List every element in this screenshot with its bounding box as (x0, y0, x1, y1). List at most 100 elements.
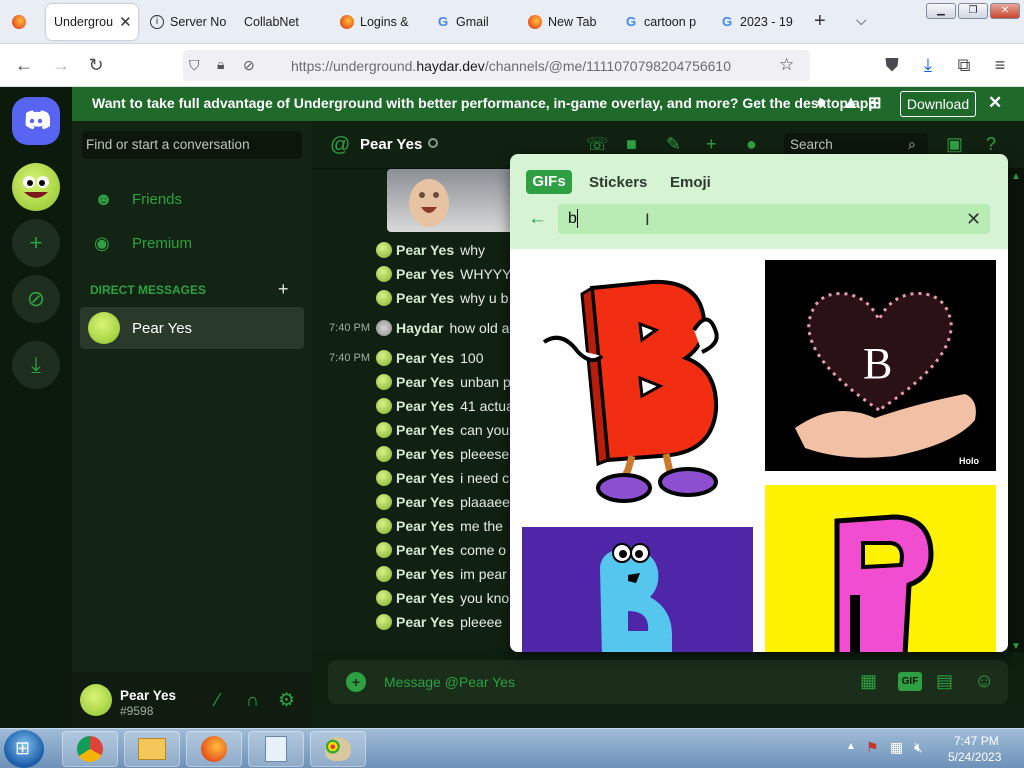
taskbar-notepad[interactable] (248, 731, 304, 767)
message-author[interactable]: Haydar (396, 320, 443, 336)
tab-stickers[interactable]: Stickers (589, 174, 647, 191)
tab-cartoon[interactable]: G cartoon p (616, 4, 708, 40)
show-hidden-icons-arrow[interactable]: ▲ (846, 741, 856, 752)
add-friend-icon[interactable]: + (706, 134, 717, 155)
message-author[interactable]: Pear Yes (396, 422, 454, 438)
network-icon[interactable]: ▦ (890, 739, 903, 756)
message-avatar[interactable] (376, 290, 392, 306)
message-avatar[interactable] (376, 566, 392, 582)
premium-nav-item[interactable]: ◉ Premium (80, 227, 304, 261)
restore-button[interactable]: ❐ (958, 3, 988, 19)
settings-gear-icon[interactable]: ⚙ (278, 689, 295, 712)
message-row[interactable]: Pear Yes plaaaee (312, 491, 510, 513)
lock-icon[interactable]: 🔒︎ (217, 56, 224, 73)
help-icon[interactable]: ? (986, 134, 996, 155)
message-author[interactable]: Pear Yes (396, 566, 454, 582)
user-profile-icon[interactable]: ● (746, 134, 757, 155)
scroll-up-icon[interactable]: ▲ (1011, 171, 1021, 182)
message-avatar[interactable] (376, 398, 392, 414)
taskbar-firefox[interactable] (186, 731, 242, 767)
dm-item-pear-yes[interactable]: Pear Yes (80, 307, 304, 349)
video-call-icon[interactable]: ■ (626, 134, 637, 155)
voice-call-icon[interactable]: ☏ (586, 134, 609, 155)
tab-gmail[interactable]: G Gmail (428, 4, 518, 40)
volume-muted-icon[interactable]: 🔇︎ (914, 739, 923, 756)
message-author[interactable]: Pear Yes (396, 518, 454, 534)
message-row[interactable]: Pear Yes come o (312, 539, 506, 561)
gif-result[interactable] (765, 485, 996, 652)
message-author[interactable]: Pear Yes (396, 242, 454, 258)
close-banner-icon[interactable]: ✕ (988, 93, 1002, 113)
message-avatar[interactable] (376, 422, 392, 438)
download-apps-button[interactable]: ⤓ (12, 341, 60, 389)
message-avatar[interactable] (376, 374, 392, 390)
tab-logins[interactable]: Logins & (332, 4, 422, 40)
message-avatar[interactable] (376, 470, 392, 486)
message-avatar[interactable] (376, 350, 392, 366)
message-row[interactable]: Pear Yes 41 actua (312, 395, 514, 417)
gif-result[interactable]: B Holo (765, 260, 996, 471)
message-author[interactable]: Pear Yes (396, 398, 454, 414)
gif-search-input[interactable]: b I ✕ (558, 204, 990, 234)
sticker-icon[interactable]: ▤ (936, 671, 953, 692)
message-avatar[interactable] (376, 518, 392, 534)
tab-collabnet[interactable]: CollabNet (236, 4, 326, 40)
message-author[interactable]: Pear Yes (396, 494, 454, 510)
message-row[interactable]: Pear Yes pleeese (312, 443, 509, 465)
find-conversation-input[interactable]: Find or start a conversation (82, 131, 302, 159)
message-author[interactable]: Pear Yes (396, 446, 454, 462)
user-avatar[interactable] (80, 684, 112, 716)
tab-underground[interactable]: Undergrou ✕ (46, 4, 138, 40)
window-scrollbar[interactable]: ▲ ▼ (1008, 169, 1024, 652)
message-row[interactable]: Pear Yes me the (312, 515, 503, 537)
home-button[interactable] (12, 97, 60, 145)
list-tabs-chevron-icon[interactable]: ⌵ (856, 12, 867, 29)
message-avatar[interactable] (376, 542, 392, 558)
gif-result[interactable] (522, 527, 753, 652)
permissions-icon[interactable]: ⊘ (243, 57, 255, 74)
taskbar-chrome[interactable] (62, 731, 118, 767)
message-avatar[interactable] (376, 494, 392, 510)
clear-search-icon[interactable]: ✕ (966, 209, 981, 230)
add-server-button[interactable]: + (12, 219, 60, 267)
close-tab-icon[interactable]: ✕ (119, 13, 132, 31)
message-row[interactable]: Pear Yes why u b (312, 287, 508, 309)
message-row[interactable]: Pear Yes you kno (312, 587, 509, 609)
message-author[interactable]: Pear Yes (396, 374, 454, 390)
taskbar-paint[interactable] (310, 731, 366, 767)
pin-icon[interactable]: ✎ (666, 134, 681, 155)
message-row[interactable]: 7:40 PM Pear Yes 100 (312, 347, 484, 369)
tab-firefox[interactable] (4, 4, 40, 40)
headphones-icon[interactable]: ∩ (246, 690, 259, 711)
message-row[interactable]: Pear Yes unban p (312, 371, 511, 393)
explore-servers-button[interactable]: ⊘ (12, 275, 60, 323)
message-row[interactable]: Pear Yes why (312, 239, 485, 261)
message-avatar[interactable] (376, 590, 392, 606)
gif-button[interactable]: GIF (898, 672, 922, 691)
message-avatar[interactable] (376, 446, 392, 462)
message-row[interactable]: Pear Yes i need c (312, 467, 509, 489)
tab-2023[interactable]: G 2023 - 19 (712, 4, 802, 40)
message-author[interactable]: Pear Yes (396, 350, 454, 366)
tab-server[interactable]: i Server No (142, 4, 232, 40)
message-avatar[interactable] (376, 320, 392, 336)
message-row[interactable]: Pear Yes pleeee (312, 611, 502, 633)
message-author[interactable]: Pear Yes (396, 614, 454, 630)
friends-nav-item[interactable]: ☻ Friends (80, 183, 304, 217)
message-avatar[interactable] (376, 266, 392, 282)
url-bar[interactable]: ⛉ 🔒︎ ⊘ https://underground.haydar.dev/ch… (183, 50, 810, 81)
back-arrow-icon[interactable]: ← (13, 55, 35, 75)
message-image-attachment[interactable] (387, 169, 517, 232)
url-text[interactable]: https://underground.haydar.dev/channels/… (291, 58, 731, 74)
start-button[interactable]: ⊞ (4, 730, 44, 768)
gift-icon[interactable]: ▦ (860, 671, 877, 692)
message-author[interactable]: Pear Yes (396, 266, 454, 282)
message-row[interactable]: Pear Yes im pear (312, 563, 507, 585)
scroll-down-icon[interactable]: ▼ (1011, 641, 1021, 652)
message-row[interactable]: Pear Yes WHYYY (312, 263, 511, 285)
gif-result[interactable] (522, 260, 753, 514)
pocket-icon[interactable]: ⛊ (881, 55, 903, 75)
minimize-button[interactable]: ▁ (926, 3, 956, 19)
forward-arrow-icon[interactable]: → (50, 55, 72, 75)
inbox-icon[interactable]: ▣ (946, 134, 963, 155)
